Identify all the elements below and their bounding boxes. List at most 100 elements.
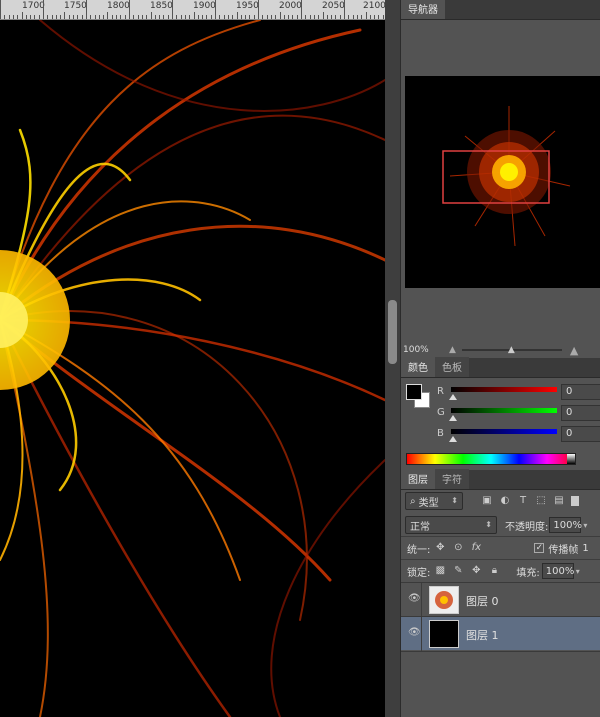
- tab-swatches[interactable]: 色板: [435, 357, 469, 377]
- pixel-filter-icon[interactable]: ▣: [481, 495, 493, 507]
- filter-type-dropdown[interactable]: ⌕ 类型 ⬍: [405, 492, 463, 510]
- ruler-tick: [366, 12, 367, 19]
- tab-navigator[interactable]: 导航器: [401, 0, 445, 19]
- ruler-tick: [254, 15, 255, 19]
- layers-tabbar: 图层 字符: [401, 469, 600, 490]
- lock-all-icon[interactable]: 🔒︎: [488, 565, 500, 577]
- ruler-tick: [301, 0, 302, 19]
- ruler-tick: [60, 15, 61, 19]
- blend-mode-dropdown[interactable]: 正常 ⬍: [405, 516, 497, 534]
- zoom-slider-thumb[interactable]: ▲: [508, 345, 515, 355]
- ruler-tick: [90, 15, 91, 19]
- ruler-tick: [133, 15, 134, 19]
- color-panel: 颜色 色板 R 0 G 0 B 0: [401, 357, 600, 470]
- navigator-zoom-bar: 100% ▲ ▲ ▲: [401, 342, 600, 358]
- navigator-preview[interactable]: [405, 76, 600, 288]
- red-slider-thumb[interactable]: [449, 394, 457, 400]
- blue-slider[interactable]: [451, 429, 557, 434]
- ruler-tick: [241, 15, 242, 19]
- green-label: G: [437, 407, 445, 418]
- red-value-field[interactable]: 0: [561, 384, 600, 400]
- eye-icon[interactable]: 👁︎: [408, 627, 421, 638]
- ruler-tick: [116, 15, 117, 19]
- ruler-tick: [361, 15, 362, 19]
- blue-slider-thumb[interactable]: [449, 436, 457, 442]
- ruler-tick: [4, 15, 5, 19]
- red-slider[interactable]: [451, 387, 557, 392]
- fill-field[interactable]: 100%: [541, 563, 574, 579]
- layer-thumbnail: [429, 620, 459, 648]
- flower-artwork: [0, 20, 385, 717]
- opacity-label: 不透明度:: [505, 521, 549, 533]
- ruler-tick: [249, 15, 250, 19]
- tab-layers[interactable]: 图层: [401, 469, 435, 489]
- eye-icon[interactable]: 👁︎: [408, 593, 421, 604]
- propagate-frame-checkbox[interactable]: ✓: [534, 543, 545, 553]
- black-white-ramp[interactable]: [567, 454, 575, 464]
- scrollbar-thumb[interactable]: [388, 300, 397, 364]
- flower-thumbnail-icon: [430, 587, 458, 613]
- vertical-scrollbar[interactable]: [385, 0, 400, 717]
- unify-style-icon[interactable]: fx: [470, 542, 482, 554]
- ruler-tick: [17, 15, 18, 19]
- ruler-tick: [378, 15, 379, 19]
- shape-filter-icon[interactable]: ⬚: [535, 495, 547, 507]
- adjustment-filter-icon[interactable]: ◐: [499, 495, 511, 507]
- lock-transparent-icon[interactable]: ▩: [434, 565, 446, 577]
- ruler-tick: [95, 15, 96, 19]
- ruler-tick: [292, 15, 293, 19]
- tab-character[interactable]: 字符: [435, 469, 469, 489]
- ruler-tick: [245, 15, 246, 19]
- color-tabbar: 颜色 色板: [401, 357, 600, 378]
- ruler-tick: [77, 15, 78, 19]
- ruler-tick: [280, 12, 281, 19]
- ruler-tick: [335, 15, 336, 19]
- smart-object-filter-icon[interactable]: ▤: [553, 495, 565, 507]
- ruler-tick: [185, 15, 186, 19]
- lock-image-icon[interactable]: ✎: [452, 565, 464, 577]
- opacity-dropdown-icon[interactable]: ▾: [583, 521, 587, 530]
- lock-position-icon[interactable]: ✥: [470, 565, 482, 577]
- ruler-tick: [331, 15, 332, 19]
- blue-value-field[interactable]: 0: [561, 426, 600, 442]
- foreground-color-swatch[interactable]: [406, 384, 422, 400]
- ruler-tick: [344, 0, 345, 19]
- ruler-tick: [202, 15, 203, 19]
- ruler-tick: [297, 15, 298, 19]
- green-value-field[interactable]: 0: [561, 405, 600, 421]
- color-spectrum[interactable]: [406, 453, 576, 465]
- fill-dropdown-icon[interactable]: ▾: [576, 567, 580, 576]
- ruler-tick: [69, 15, 70, 19]
- ruler-tick: [237, 12, 238, 19]
- layer-row[interactable]: 👁︎ 图层 1: [401, 616, 600, 651]
- ruler-tick: [310, 15, 311, 19]
- green-slider-thumb[interactable]: [449, 415, 457, 421]
- zoom-in-icon[interactable]: ▲: [570, 344, 578, 357]
- zoom-value[interactable]: 100%: [401, 345, 449, 355]
- layer-name[interactable]: 图层 1: [466, 627, 499, 643]
- ruler-tick: [318, 15, 319, 19]
- tab-color[interactable]: 颜色: [401, 357, 435, 377]
- unify-visibility-icon[interactable]: ⊙: [452, 542, 464, 554]
- layer-name[interactable]: 图层 0: [466, 593, 499, 609]
- zoom-out-icon[interactable]: ▲: [449, 345, 456, 355]
- green-slider[interactable]: [451, 408, 557, 413]
- ruler-label: 1900: [193, 1, 216, 11]
- unify-position-icon[interactable]: ✥: [434, 542, 446, 554]
- propagate-label: 传播帧: [548, 544, 579, 556]
- ruler-tick: [52, 15, 53, 19]
- ruler-tick: [224, 15, 225, 19]
- navigator-thumbnail: [405, 76, 600, 288]
- type-filter-icon[interactable]: T: [517, 495, 529, 507]
- unify-label: 统一:: [407, 544, 431, 556]
- document-canvas[interactable]: 1700 1750 1800 1850 1900 1950 2000 2050 …: [0, 0, 385, 717]
- ruler-tick: [73, 15, 74, 19]
- ruler-label: 2050: [322, 1, 345, 11]
- ruler-tick: [232, 15, 233, 19]
- filter-toggle[interactable]: [571, 496, 579, 506]
- fill-label: 填充:: [516, 567, 540, 579]
- layer-row[interactable]: 👁︎ 图层 0: [401, 582, 600, 617]
- zoom-slider[interactable]: ▲: [461, 345, 562, 355]
- opacity-field[interactable]: 100%: [549, 517, 582, 533]
- ruler-tick: [370, 15, 371, 19]
